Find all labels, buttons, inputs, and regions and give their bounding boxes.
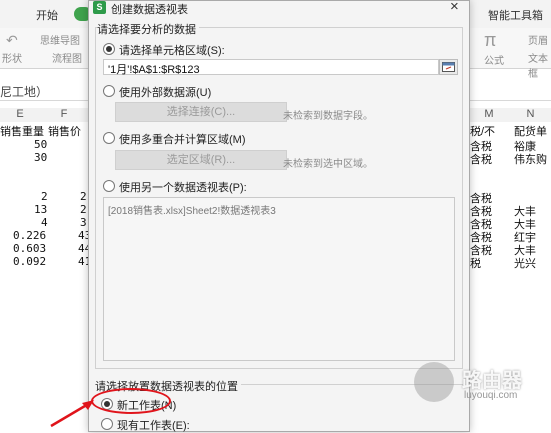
name-box[interactable]: 尼工地） bbox=[0, 83, 48, 100]
option-cell-range-label[interactable]: 请选择单元格区域(S): bbox=[119, 42, 225, 58]
flowchart-button[interactable]: 流程图 bbox=[52, 50, 82, 65]
radio-cell-range[interactable] bbox=[103, 43, 115, 55]
cell-f[interactable]: 3 bbox=[80, 216, 87, 229]
range-picker-button[interactable] bbox=[439, 59, 458, 75]
wps-app-icon: S bbox=[93, 1, 106, 14]
tab-smart-toolbox[interactable]: 智能工具箱 bbox=[488, 7, 543, 23]
cell-f[interactable]: 2 bbox=[80, 203, 87, 216]
option-existing-sheet-label[interactable]: 现有工作表(E): bbox=[117, 417, 190, 433]
cell-e[interactable]: 0.603 bbox=[13, 242, 46, 255]
pivot-list-item[interactable]: [2018销售表.xlsx]Sheet2!数据透视表3 bbox=[108, 202, 450, 217]
column-header-n[interactable]: N bbox=[510, 108, 551, 122]
cell-e[interactable]: 4 bbox=[41, 216, 48, 229]
header-cell-tax[interactable]: 税/不 bbox=[470, 123, 495, 139]
section-data-source-label: 请选择要分析的数据 bbox=[97, 21, 199, 37]
tab-start[interactable]: 开始 bbox=[36, 7, 58, 23]
radio-existing-sheet[interactable] bbox=[101, 418, 113, 430]
column-header-m[interactable]: M bbox=[468, 108, 511, 122]
watermark-text: 路由器 bbox=[462, 370, 522, 392]
textbox-button[interactable]: 文本框 bbox=[528, 50, 551, 80]
option-multi-range-label[interactable]: 使用多重合并计算区域(M) bbox=[119, 131, 246, 147]
radio-external-source[interactable] bbox=[103, 85, 115, 97]
cell-e[interactable]: 0.226 bbox=[13, 229, 46, 242]
option-other-pivot-label[interactable]: 使用另一个数据透视表(P): bbox=[119, 179, 247, 195]
watermark: 路由器 luyouqi.com bbox=[414, 362, 551, 422]
formula-button[interactable]: 公式 bbox=[484, 52, 504, 67]
dialog-title: 创建数据透视表 bbox=[111, 4, 188, 16]
no-field-hint: 未检索到数据字段。 bbox=[283, 111, 373, 122]
header-footer-button[interactable]: 页眉 bbox=[528, 32, 548, 47]
undo-icon[interactable]: ↶ bbox=[6, 32, 18, 49]
radio-multi-range[interactable] bbox=[103, 132, 115, 144]
cell-n[interactable]: 光兴 bbox=[514, 255, 536, 271]
cell-e[interactable]: 50 bbox=[34, 138, 47, 151]
shape-button[interactable]: 形状 bbox=[2, 50, 22, 65]
mindmap-button[interactable]: 思维导图 bbox=[40, 32, 80, 47]
cell-e[interactable]: 13 bbox=[34, 203, 47, 216]
column-header-e[interactable]: E bbox=[0, 108, 41, 122]
annotation-ellipse bbox=[91, 388, 171, 414]
cell-m[interactable]: 含税 bbox=[470, 151, 492, 167]
watermark-logo-icon bbox=[414, 362, 454, 402]
range-select-icon bbox=[442, 62, 455, 72]
close-icon[interactable]: × bbox=[450, 0, 459, 15]
dialog-titlebar[interactable]: S 创建数据透视表 × bbox=[89, 0, 469, 16]
header-cell-price[interactable]: 销售价 bbox=[48, 123, 81, 139]
create-pivot-table-dialog: S 创建数据透视表 × 请选择要分析的数据 请选择单元格区域(S): '1月'!… bbox=[88, 0, 470, 432]
cell-f[interactable]: 2 bbox=[80, 190, 87, 203]
select-connection-button[interactable]: 选择连接(C)... bbox=[115, 102, 287, 122]
cell-e[interactable]: 0.092 bbox=[13, 255, 46, 268]
radio-other-pivot[interactable] bbox=[103, 180, 115, 192]
cell-m[interactable]: 税 bbox=[470, 255, 481, 271]
formula-pi-icon[interactable]: π bbox=[484, 30, 496, 51]
pivot-table-list[interactable]: [2018销售表.xlsx]Sheet2!数据透视表3 bbox=[103, 197, 455, 361]
header-cell-weight[interactable]: 销售重量 bbox=[0, 123, 44, 139]
select-range-button[interactable]: 选定区域(R)... bbox=[115, 150, 287, 170]
annotation-arrow-icon bbox=[50, 400, 94, 428]
cell-e[interactable]: 30 bbox=[34, 151, 47, 164]
range-input[interactable]: '1月'!$A$1:$R$123 bbox=[103, 59, 439, 76]
column-header-f[interactable]: F bbox=[40, 108, 89, 122]
option-external-source-label[interactable]: 使用外部数据源(U) bbox=[119, 84, 211, 100]
cell-n[interactable]: 伟东购 bbox=[514, 151, 547, 167]
cell-e[interactable]: 2 bbox=[41, 190, 48, 203]
no-range-hint: 未检索到选中区域。 bbox=[283, 159, 373, 170]
watermark-url: luyouqi.com bbox=[464, 390, 518, 401]
header-cell-delivery[interactable]: 配货单 bbox=[514, 123, 547, 139]
